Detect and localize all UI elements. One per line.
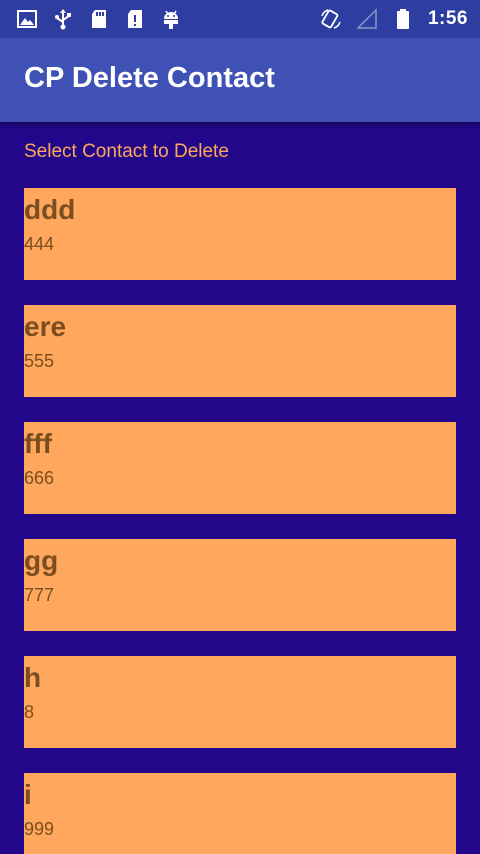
contact-number: 8 xyxy=(24,702,35,722)
app-title: CP Delete Contact xyxy=(24,62,275,94)
contact-item[interactable]: i 999 xyxy=(24,773,456,854)
contact-name: gg xyxy=(24,545,59,576)
select-contact-prompt: Select Contact to Delete xyxy=(24,141,229,162)
contact-number: 777 xyxy=(24,585,55,605)
sd-card-alert-icon xyxy=(124,8,146,30)
contact-name: h xyxy=(24,662,42,693)
contact-number: 555 xyxy=(24,351,55,371)
contact-name: i xyxy=(24,779,32,810)
contact-item[interactable]: ddd 444 xyxy=(24,188,456,280)
image-icon xyxy=(16,8,38,30)
status-time: 1:56 xyxy=(427,8,468,29)
contact-number: 444 xyxy=(24,234,55,254)
contact-number: 666 xyxy=(24,468,55,488)
usb-icon xyxy=(52,8,74,30)
main-content[interactable]: Select Contact to Delete ddd 444 ere 555… xyxy=(0,122,480,854)
signal-icon xyxy=(356,8,378,30)
app-bar: CP Delete Contact xyxy=(0,38,480,122)
contact-item[interactable]: gg 777 xyxy=(24,539,456,631)
contact-item[interactable]: ere 555 xyxy=(24,305,456,397)
screen-rotation-icon xyxy=(320,8,342,30)
contact-list: ddd 444 ere 555 fff 666 gg 777 h 8 i 999 xyxy=(24,188,456,854)
contact-name: fff xyxy=(24,428,52,459)
sd-card-icon xyxy=(88,8,110,30)
notification-icons xyxy=(16,8,182,30)
system-status: 1:56 xyxy=(320,8,468,30)
battery-icon xyxy=(392,8,414,30)
contact-name: ere xyxy=(24,311,67,342)
contact-item[interactable]: h 8 xyxy=(24,656,456,748)
android-debug-icon xyxy=(160,8,182,30)
status-bar: 1:56 xyxy=(0,0,480,38)
contact-number: 999 xyxy=(24,819,55,839)
contact-name: ddd xyxy=(24,194,76,225)
contact-item[interactable]: fff 666 xyxy=(24,422,456,514)
